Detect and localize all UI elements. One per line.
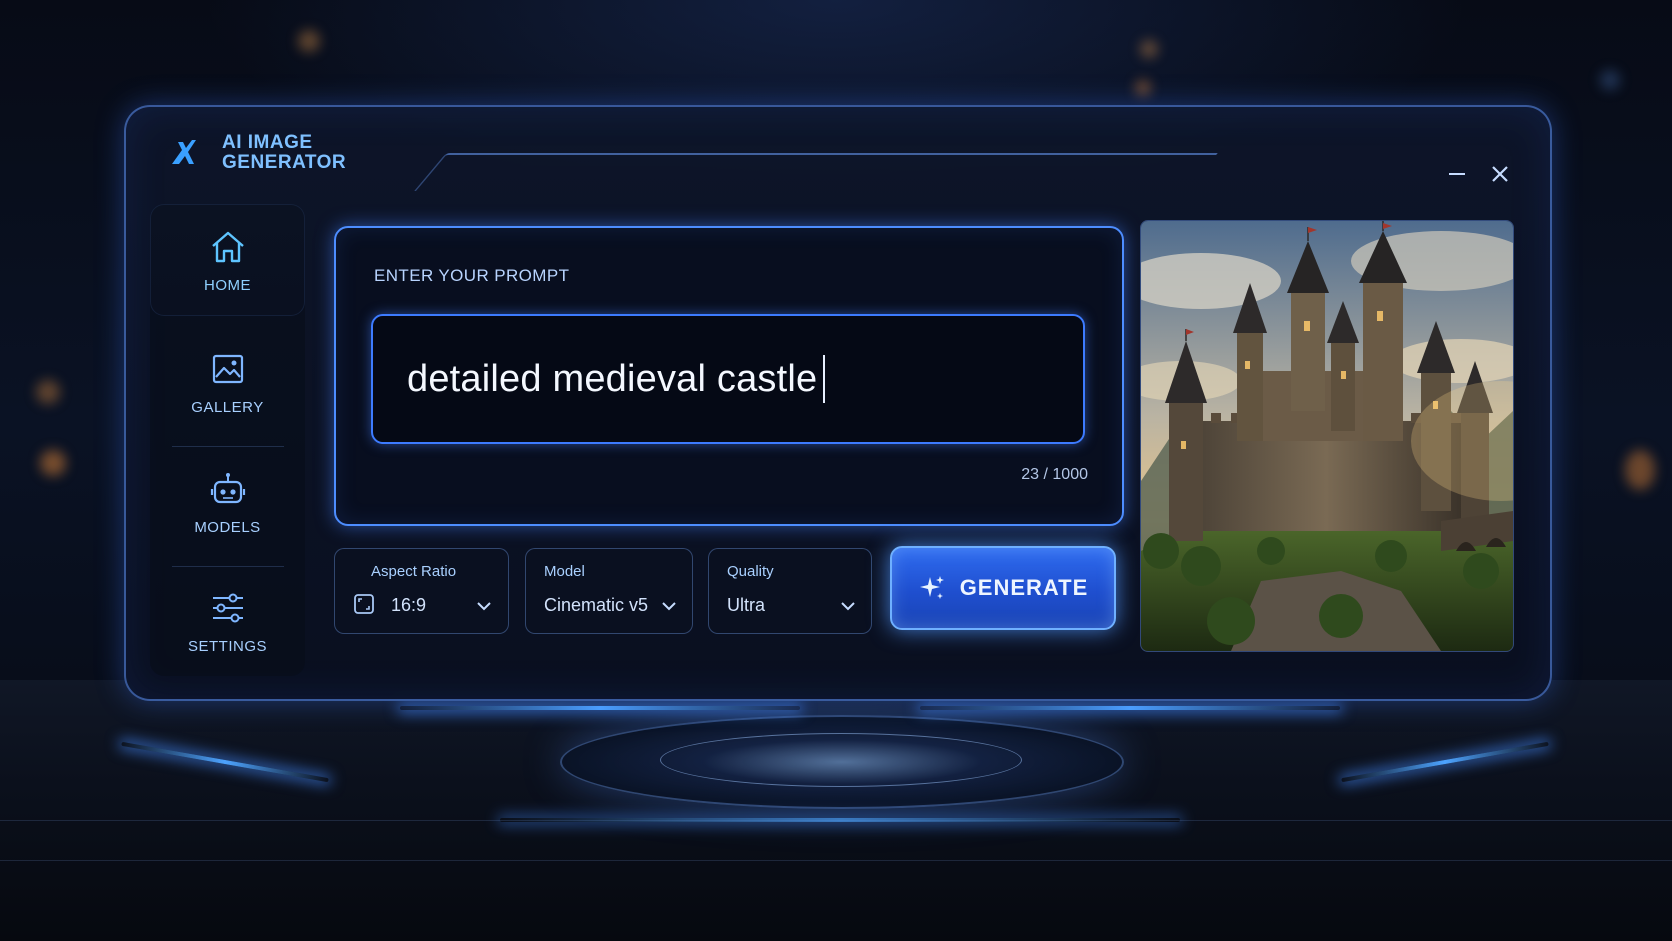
platform-glow-line [500, 818, 1180, 822]
chevron-down-icon [477, 602, 491, 611]
minimize-icon[interactable] [1443, 160, 1471, 188]
platform-glow-line [400, 706, 800, 710]
app-title-line2: GENERATOR [222, 152, 347, 173]
platform-glow-line [920, 706, 1340, 710]
titlebar-decoration [414, 153, 1218, 191]
text-caret [823, 355, 826, 403]
chevron-down-icon [662, 602, 676, 611]
sidebar-item-gallery[interactable]: GALLERY [150, 326, 305, 438]
sparkle-icon [919, 576, 944, 599]
sliders-icon [212, 593, 243, 622]
logo-icon [172, 140, 196, 164]
background-bokeh [1625, 450, 1655, 490]
prompt-heading: ENTER YOUR PROMPT [374, 266, 570, 285]
close-icon[interactable] [1486, 160, 1514, 188]
sidebar-item-settings[interactable]: SETTINGS [150, 565, 305, 677]
background-bokeh [1600, 70, 1620, 90]
character-count: 23 / 1000 [1021, 466, 1088, 483]
sidebar-item-label: GALLERY [191, 398, 264, 416]
prompt-input-value: detailed medieval castle [407, 357, 818, 400]
home-icon [211, 231, 244, 262]
floor-line [0, 860, 1672, 861]
sidebar-item-label: SETTINGS [187, 637, 267, 655]
aspect-ratio-value: 16:9 [391, 595, 427, 615]
app-title: AI IMAGE GENERATOR [222, 133, 382, 173]
sidebar-item-models[interactable]: MODELS [150, 446, 305, 558]
background-bokeh [1140, 40, 1158, 58]
model-value: Cinematic v5 [544, 595, 649, 615]
image-icon [212, 354, 243, 383]
model-select[interactable]: Model Cinematic v5 [525, 548, 693, 634]
background-bokeh [298, 30, 320, 52]
quality-label: Quality [727, 563, 774, 580]
aspect-ratio-icon [354, 594, 374, 614]
model-label: Model [544, 563, 585, 580]
castle-image [1140, 220, 1514, 652]
platform-disc-ring [660, 733, 1022, 787]
background-bokeh [36, 380, 60, 404]
quality-select[interactable]: Quality Ultra [708, 548, 872, 634]
quality-value: Ultra [727, 595, 766, 615]
app-title-line1: AI IMAGE [222, 132, 313, 153]
generate-button[interactable]: GENERATE [890, 546, 1116, 630]
sidebar-item-label: MODELS [194, 518, 261, 536]
robot-icon [210, 472, 245, 503]
chevron-down-icon [841, 602, 855, 611]
castle-illustration [1141, 221, 1513, 651]
prompt-input[interactable]: detailed medieval castle [371, 314, 1085, 444]
aspect-ratio-label: Aspect Ratio [371, 563, 457, 580]
generate-label: GENERATE [959, 575, 1089, 600]
aspect-ratio-select[interactable]: Aspect Ratio 16:9 [334, 548, 509, 634]
background-bokeh [1135, 80, 1151, 96]
sidebar-item-label: HOME [204, 276, 251, 294]
sidebar-item-home[interactable]: HOME [150, 204, 305, 316]
background-bokeh [40, 450, 66, 476]
